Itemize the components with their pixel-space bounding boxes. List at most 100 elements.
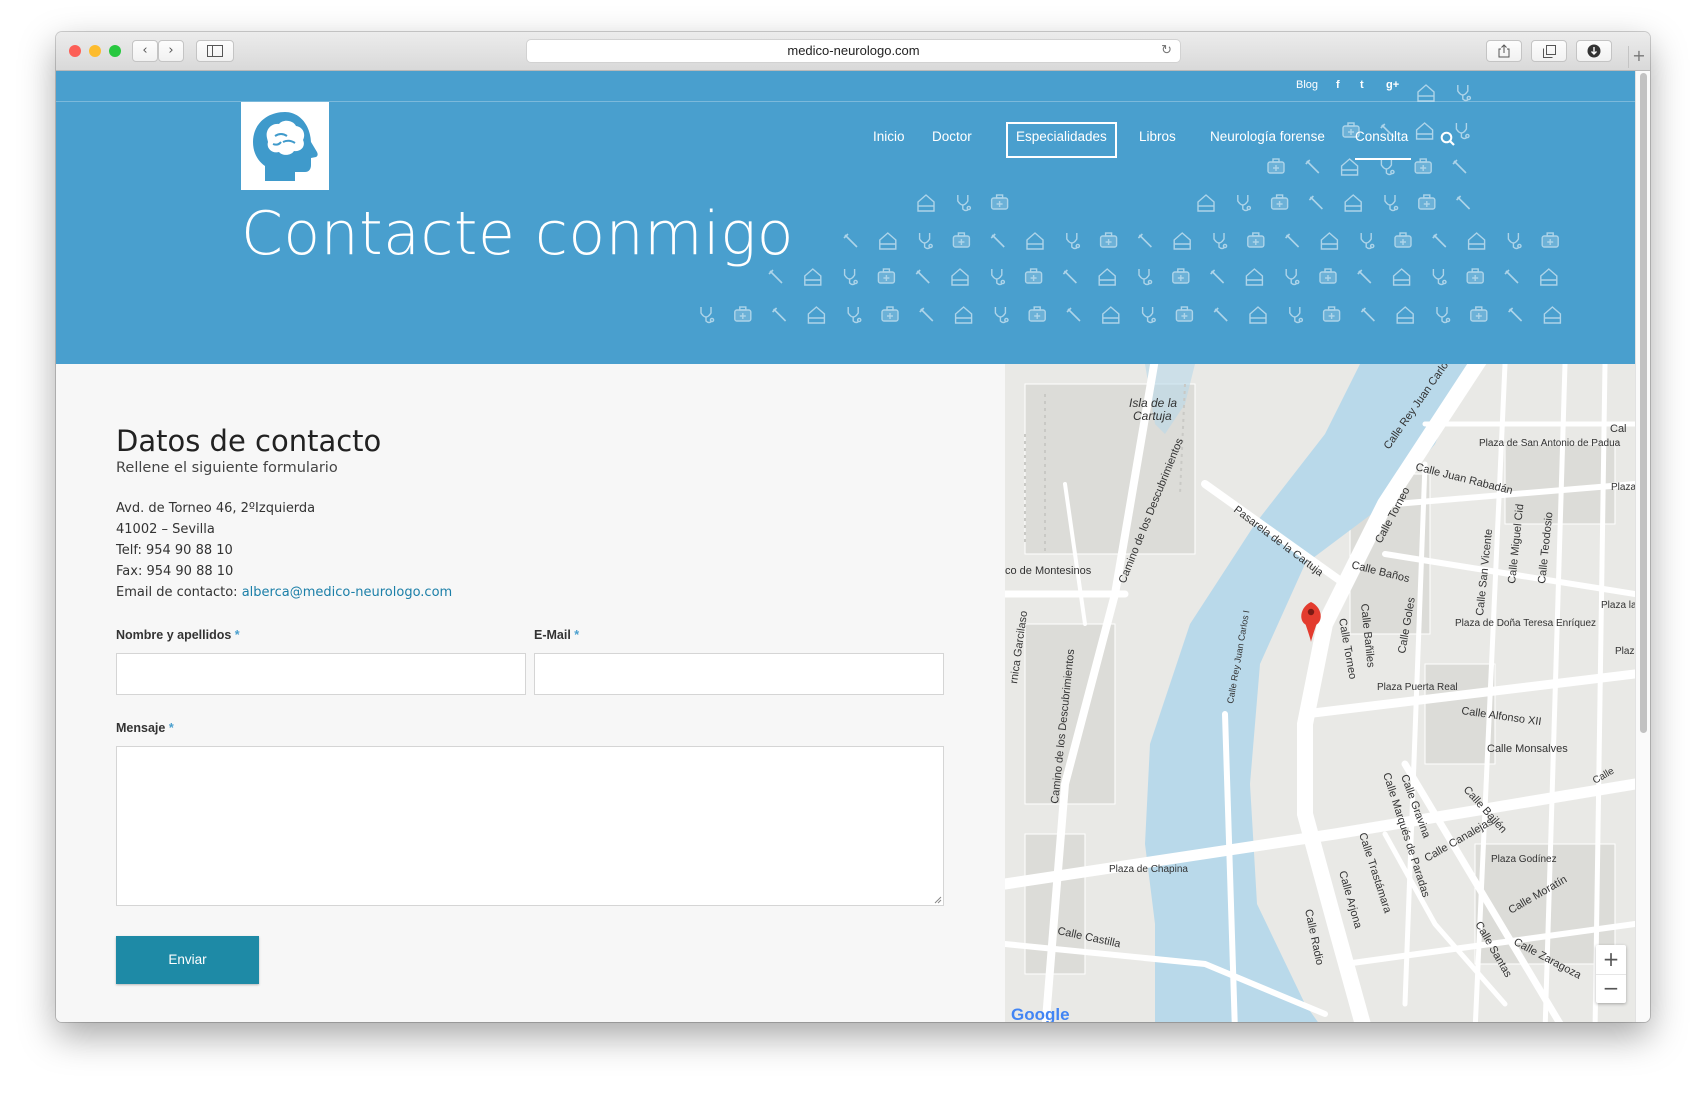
medical-case-icon xyxy=(1418,194,1436,210)
syringe-icon xyxy=(918,307,934,322)
nav-inicio[interactable]: Inicio xyxy=(873,129,905,144)
syringe-icon xyxy=(1504,269,1519,284)
download-icon xyxy=(1587,44,1601,58)
blog-link[interactable]: Blog xyxy=(1296,79,1318,91)
nav-consulta[interactable]: Consulta xyxy=(1355,129,1408,144)
browser-toolbar: ‹ › medico-neurologo.com ↻ + xyxy=(56,32,1650,71)
syringe-icon xyxy=(1066,307,1081,322)
page-title: Contacte conmigo xyxy=(241,199,794,269)
map-label: Cal xyxy=(1610,423,1627,435)
forward-button[interactable]: › xyxy=(158,40,184,62)
medical-case-icon xyxy=(1172,268,1190,284)
stethoscope-icon xyxy=(918,232,933,250)
tabs-icon xyxy=(1542,45,1556,58)
nav-doctor[interactable]: Doctor xyxy=(932,129,972,144)
map-label: Plaza Puerta Real xyxy=(1377,682,1458,693)
syringe-icon xyxy=(1455,195,1471,210)
page-scrollbar[interactable] xyxy=(1635,71,1650,1022)
message-textarea[interactable] xyxy=(116,746,944,906)
syringe-icon xyxy=(1213,307,1228,322)
hero-header: Blog f t g+ Inicio Doctor Especialidades… xyxy=(56,71,1635,364)
google-logo[interactable]: Google xyxy=(1011,1005,1070,1022)
medical-case-icon xyxy=(734,306,752,322)
back-button[interactable]: ‹ xyxy=(132,40,158,62)
downloads-button[interactable] xyxy=(1576,40,1612,62)
syringe-icon xyxy=(990,233,1006,248)
tabs-button[interactable] xyxy=(1531,40,1567,62)
zoom-out-button[interactable]: − xyxy=(1596,974,1626,1003)
google-plus-icon[interactable]: g+ xyxy=(1386,79,1399,91)
syringe-icon xyxy=(843,233,858,248)
map-label: Calle Monsalves xyxy=(1487,743,1568,755)
share-button[interactable] xyxy=(1486,40,1522,62)
email-field-label: E-Mail * xyxy=(534,628,579,642)
medical-case-icon xyxy=(1466,268,1484,284)
required-mark: * xyxy=(234,628,240,642)
twitter-icon[interactable]: t xyxy=(1360,79,1364,91)
box-icon xyxy=(1320,232,1339,250)
medical-case-icon xyxy=(1470,306,1488,322)
stethoscope-icon xyxy=(1507,232,1522,250)
name-input[interactable] xyxy=(116,653,526,695)
box-icon xyxy=(1026,232,1044,250)
syringe-icon xyxy=(771,307,787,322)
share-icon xyxy=(1498,44,1510,58)
browser-window: ‹ › medico-neurologo.com ↻ + Blog f t g+… xyxy=(56,32,1650,1022)
medical-case-icon xyxy=(1541,232,1559,248)
new-tab-button[interactable]: + xyxy=(1628,46,1649,68)
scrollbar-thumb[interactable] xyxy=(1640,73,1647,733)
address-bar[interactable]: medico-neurologo.com ↻ xyxy=(526,39,1181,63)
box-icon xyxy=(807,306,826,324)
email-label: Email de contacto: xyxy=(116,585,242,600)
medical-case-icon xyxy=(1322,306,1341,322)
syringe-icon xyxy=(1308,195,1324,210)
stethoscope-icon xyxy=(1380,158,1395,176)
nav-neurologia-forense[interactable]: Neurología forense xyxy=(1210,129,1325,144)
address-line: Avd. de Torneo 46, 2ºIzquierda xyxy=(116,501,316,516)
stethoscope-icon xyxy=(1141,306,1156,324)
syringe-icon xyxy=(1062,269,1078,284)
syringe-icon xyxy=(768,269,783,284)
site-logo[interactable] xyxy=(241,102,329,190)
box-icon xyxy=(1102,306,1120,324)
syringe-icon xyxy=(1357,269,1372,284)
nav-active-underline xyxy=(1355,158,1411,160)
email-input[interactable] xyxy=(534,653,944,695)
fax-line: Fax: 954 90 88 10 xyxy=(116,564,234,579)
map-label: Plaza Lo xyxy=(1611,482,1635,493)
reload-icon[interactable]: ↻ xyxy=(1161,40,1172,62)
zoom-in-button[interactable]: + xyxy=(1596,945,1626,975)
close-window-button[interactable] xyxy=(69,45,81,57)
syringe-icon xyxy=(1137,233,1153,248)
facebook-icon[interactable]: f xyxy=(1336,79,1340,91)
search-icon[interactable] xyxy=(1440,131,1456,147)
pattern-icons xyxy=(700,84,1562,324)
medical-case-icon xyxy=(1099,232,1118,248)
stethoscope-icon xyxy=(957,194,972,212)
nav-especialidades[interactable]: Especialidades xyxy=(1016,129,1107,144)
map-label: Plaza de Chapina xyxy=(1109,864,1188,875)
name-label: Nombre y apellidos * xyxy=(116,628,240,642)
medical-case-icon xyxy=(1267,158,1285,174)
google-map[interactable]: Isla de la Cartuja Camino de los Descubr… xyxy=(1005,364,1635,1022)
name-label-text: Nombre y apellidos xyxy=(116,628,232,642)
box-icon xyxy=(1340,158,1359,176)
box-icon xyxy=(1467,232,1486,250)
required-mark: * xyxy=(168,721,174,735)
syringe-icon xyxy=(1209,269,1225,284)
stethoscope-icon xyxy=(1237,194,1252,212)
stethoscope-icon xyxy=(1455,122,1470,140)
sidebar-icon xyxy=(207,45,223,57)
medical-case-icon xyxy=(881,306,899,322)
map-canvas[interactable]: Isla de la Cartuja Camino de los Descubr… xyxy=(1005,364,1635,1022)
resize-handle-icon[interactable] xyxy=(934,896,942,904)
syringe-icon xyxy=(1452,159,1467,174)
stethoscope-icon xyxy=(847,306,862,324)
email-link[interactable]: alberca@medico-neurologo.com xyxy=(242,585,453,600)
submit-button[interactable]: Enviar xyxy=(116,936,259,984)
zoom-window-button[interactable] xyxy=(109,45,121,57)
medical-case-icon xyxy=(1024,268,1043,284)
sidebar-toggle-button[interactable] xyxy=(196,40,234,62)
nav-libros[interactable]: Libros xyxy=(1139,129,1176,144)
minimize-window-button[interactable] xyxy=(89,45,101,57)
